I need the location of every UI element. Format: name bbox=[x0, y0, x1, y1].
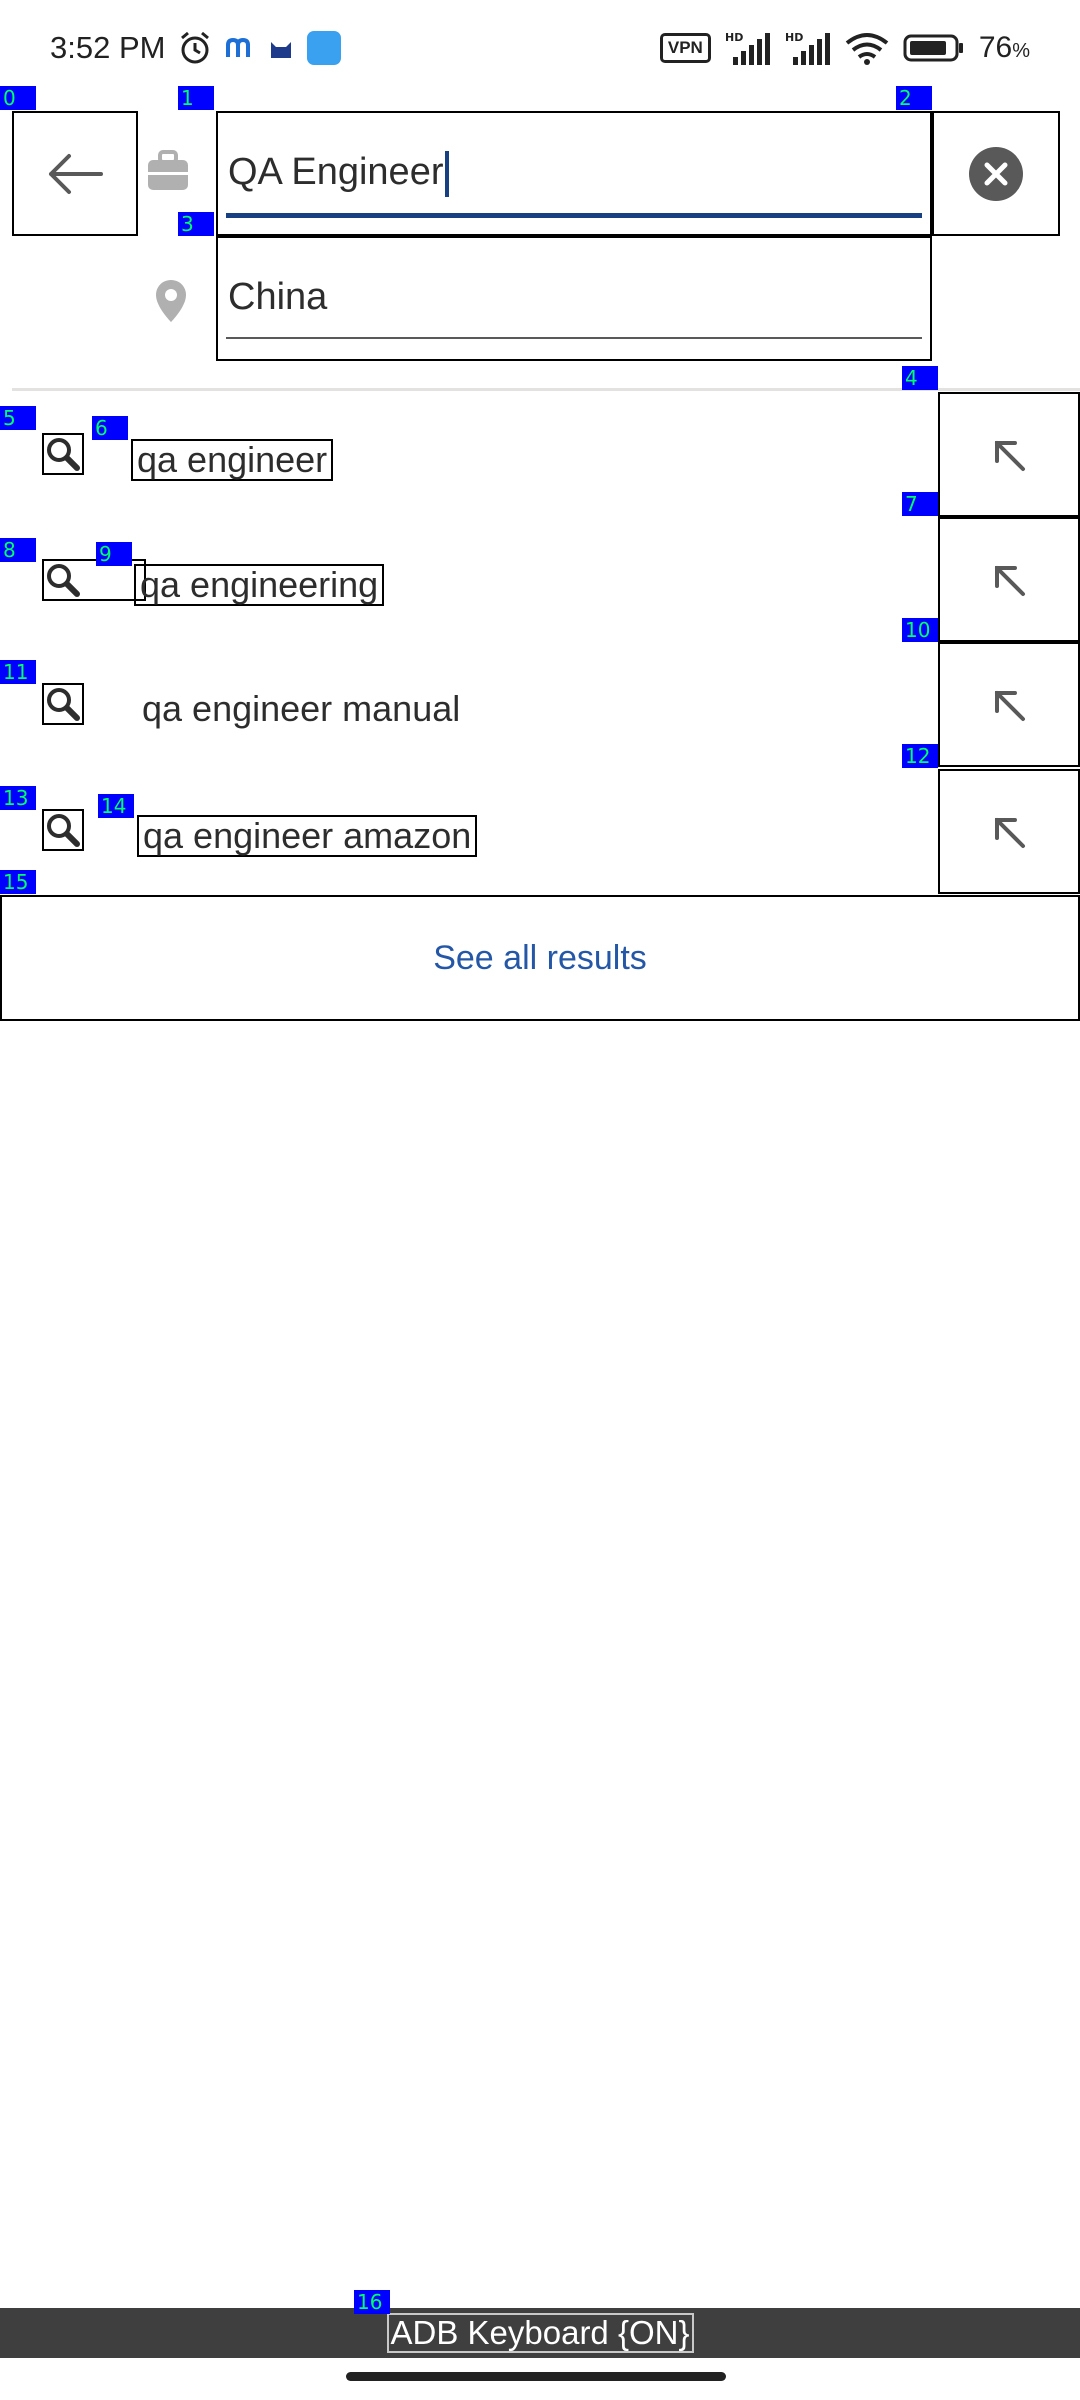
arrow-up-left-icon bbox=[995, 440, 1025, 471]
arrow-up-left-icon bbox=[995, 690, 1025, 721]
back-button[interactable] bbox=[12, 111, 138, 236]
fill-query-button[interactable] bbox=[938, 517, 1080, 642]
fill-query-button[interactable] bbox=[938, 392, 1080, 517]
element-tag: 6 bbox=[92, 416, 128, 440]
job-search-screen: 3:52 PM VPN HD HD 76% QA Engineer China … bbox=[0, 0, 1080, 2400]
battery-percent: 76% bbox=[979, 31, 1030, 65]
wifi-icon bbox=[845, 31, 889, 65]
element-tag: 10 bbox=[902, 618, 938, 642]
element-tag: 9 bbox=[96, 542, 132, 566]
clear-icon bbox=[969, 146, 1023, 201]
clear-button[interactable] bbox=[932, 111, 1060, 236]
suggestion-label[interactable]: qa engineer manual bbox=[136, 688, 466, 730]
fill-query-button[interactable] bbox=[938, 642, 1080, 767]
app-m-icon bbox=[225, 35, 255, 61]
job-title-value: QA Engineer bbox=[228, 151, 444, 194]
job-title-field[interactable]: QA Engineer bbox=[216, 111, 932, 236]
element-tag: 14 bbox=[98, 794, 134, 818]
adb-keyboard-bar: ADB Keyboard {ON} bbox=[0, 2308, 1080, 2358]
battery-icon bbox=[903, 33, 965, 63]
fill-query-button[interactable] bbox=[938, 769, 1080, 894]
svg-text:HD: HD bbox=[725, 31, 743, 44]
location-field[interactable]: China bbox=[216, 236, 932, 361]
element-tag: 1 bbox=[178, 86, 214, 110]
suggestion-label[interactable]: qa engineer bbox=[131, 439, 334, 481]
suggestion-row[interactable]: qa engineer amazon bbox=[0, 769, 1080, 894]
text-caret bbox=[445, 151, 450, 197]
percent-sign: % bbox=[1012, 39, 1030, 62]
clock-time: 3:52 PM bbox=[50, 29, 166, 65]
search-icon bbox=[42, 683, 84, 725]
location-field-underline bbox=[226, 337, 922, 339]
arrow-up-left-icon bbox=[995, 565, 1025, 596]
job-title-value-wrap: QA Engineer bbox=[228, 151, 450, 197]
suggestion-label[interactable]: qa engineer amazon bbox=[137, 815, 478, 857]
element-tag: 5 bbox=[0, 406, 36, 430]
element-tag: 4 bbox=[902, 366, 938, 390]
vpn-badge: VPN bbox=[659, 32, 711, 63]
adb-keyboard-label[interactable]: ADB Keyboard {ON} bbox=[386, 2313, 694, 2353]
element-tag: 16 bbox=[354, 2290, 390, 2314]
element-tag: 7 bbox=[902, 492, 938, 516]
status-bar-right: VPN HD HD 76% bbox=[659, 31, 1030, 65]
search-icon bbox=[42, 433, 84, 475]
keyboard-app-icon bbox=[307, 30, 342, 65]
battery-level: 76 bbox=[978, 30, 1013, 64]
search-icon bbox=[42, 809, 84, 851]
home-indicator[interactable] bbox=[346, 2372, 726, 2381]
location-pin-icon bbox=[154, 278, 188, 324]
status-bar-left: 3:52 PM bbox=[50, 29, 342, 66]
element-tag: 13 bbox=[0, 786, 36, 810]
svg-text:HD: HD bbox=[785, 31, 803, 44]
arrow-left-icon bbox=[49, 153, 103, 194]
alarm-icon bbox=[177, 30, 213, 66]
briefcase-icon bbox=[146, 148, 190, 192]
signal-hd-1-icon: HD bbox=[725, 31, 771, 65]
element-tag: 15 bbox=[0, 870, 36, 894]
element-tag: 3 bbox=[178, 212, 214, 236]
cat-app-icon bbox=[267, 34, 295, 62]
arrow-up-left-icon bbox=[995, 817, 1025, 848]
element-tag: 12 bbox=[902, 744, 938, 768]
see-all-results-button[interactable]: See all results bbox=[0, 895, 1080, 1021]
element-tag: 8 bbox=[0, 538, 36, 562]
signal-hd-2-icon: HD bbox=[785, 31, 831, 65]
element-tag: 2 bbox=[896, 86, 932, 110]
element-tag: 0 bbox=[0, 86, 36, 110]
status-bar: 3:52 PM VPN HD HD 76% bbox=[0, 0, 1080, 95]
suggestion-label[interactable]: qa engineering bbox=[134, 564, 385, 606]
location-value: China bbox=[228, 276, 328, 318]
element-tag: 11 bbox=[0, 660, 36, 684]
job-field-underline bbox=[226, 213, 922, 218]
